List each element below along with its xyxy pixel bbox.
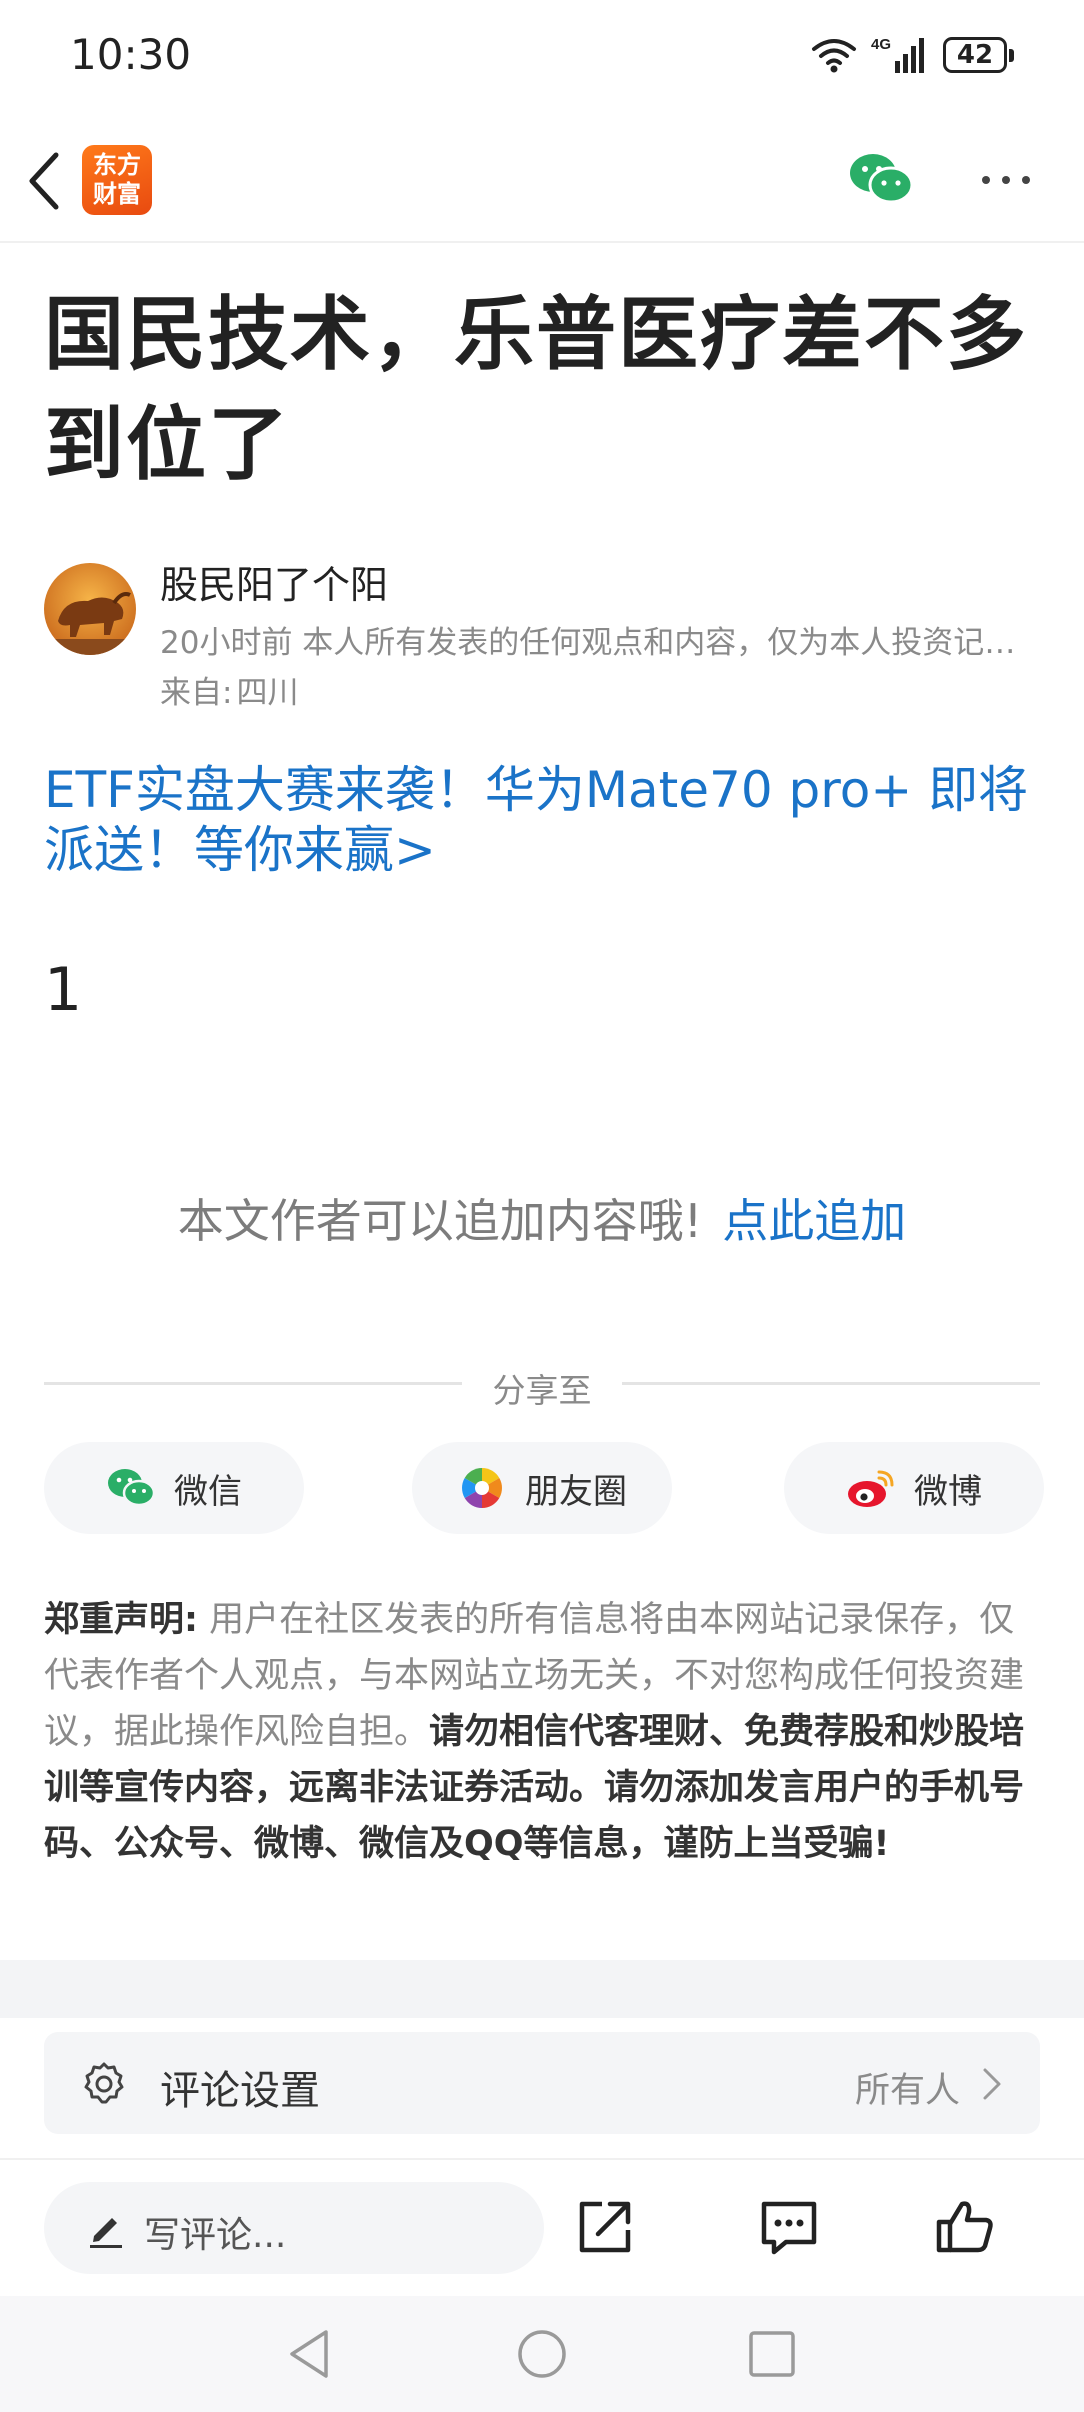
section-separator xyxy=(0,1960,1084,2018)
wechat-share-icon[interactable] xyxy=(848,151,914,207)
author-name[interactable]: 股民阳了个阳 xyxy=(160,554,388,609)
chevron-right-icon xyxy=(983,2068,1001,2100)
disclaimer: 郑重声明: 用户在社区发表的所有信息将由本网站记录保存，仅代表作者个人观点，与本… xyxy=(44,1592,1044,1872)
signal-icon: 4G xyxy=(871,36,924,73)
gear-icon xyxy=(84,2062,124,2104)
status-time: 10:30 xyxy=(70,30,192,79)
disclaimer-heading: 郑重声明: xyxy=(44,1600,198,1640)
share-weibo-button[interactable]: 微博 xyxy=(784,1442,1044,1534)
share-divider: 分享至 xyxy=(44,1358,1040,1410)
location-label: 来自: xyxy=(160,675,233,711)
comment-settings-value: 所有人 xyxy=(854,2071,960,2111)
more-options-icon[interactable] xyxy=(976,155,1036,205)
share-moments-label: 朋友圈 xyxy=(525,1471,627,1512)
weibo-icon xyxy=(848,1470,894,1507)
append-link[interactable]: 点此追加 xyxy=(722,1194,906,1248)
back-arrow-icon[interactable] xyxy=(22,149,66,213)
like-thumbs-up-icon[interactable] xyxy=(934,2196,996,2258)
battery-indicator: 42 xyxy=(943,37,1014,73)
nav-bar: 东方 财富 xyxy=(0,115,1084,243)
share-external-icon[interactable] xyxy=(574,2196,636,2258)
share-title: 分享至 xyxy=(492,1371,592,1410)
eastmoney-logo: 东方 财富 xyxy=(82,145,152,215)
comment-settings-label: 评论设置 xyxy=(160,2068,320,2114)
wechat-icon xyxy=(108,1469,156,1507)
article-title: 国民技术，乐普医疗差不多到位了 xyxy=(44,288,1028,491)
comment-settings-row[interactable]: 评论设置 所有人 xyxy=(44,2032,1040,2134)
author-location: 来自: 四川 xyxy=(160,667,298,712)
location-value: 四川 xyxy=(236,675,299,711)
append-row: 本文作者可以追加内容哦! 点此追加 xyxy=(0,1185,1084,1251)
nav-recents-icon[interactable] xyxy=(744,2326,800,2382)
comment-placeholder: 写评论... xyxy=(144,2215,287,2256)
nav-home-icon[interactable] xyxy=(514,2326,570,2382)
moments-icon xyxy=(462,1468,502,1508)
share-wechat-label: 微信 xyxy=(174,1471,242,1512)
status-bar: 10:30 4G 42 xyxy=(0,0,1084,115)
network-type: 4G xyxy=(871,36,891,53)
divider xyxy=(0,2158,1084,2160)
wifi-icon xyxy=(812,39,856,73)
share-weibo-label: 微博 xyxy=(914,1471,982,1512)
comment-input[interactable]: 写评论... xyxy=(44,2182,544,2274)
nav-back-icon[interactable] xyxy=(282,2326,338,2382)
status-icons: 4G 42 xyxy=(811,30,1014,80)
author-avatar[interactable] xyxy=(44,563,136,655)
share-moments-button[interactable]: 朋友圈 xyxy=(412,1442,672,1534)
promo-link[interactable]: ETF实盘大赛来袭！华为Mate70 pro+ 即将派送！等你来赢> xyxy=(44,760,1054,880)
article-body: 1 xyxy=(44,955,83,1025)
battery-level: 42 xyxy=(943,37,1007,73)
append-prompt: 本文作者可以追加内容哦! xyxy=(177,1194,703,1248)
share-wechat-button[interactable]: 微信 xyxy=(44,1442,304,1534)
system-navigation-bar xyxy=(0,2296,1084,2412)
comment-icon[interactable] xyxy=(758,2196,820,2258)
post-meta: 20小时前 本人所有发表的任何观点和内容，仅为本人投资记录，不构成任何投资建议 xyxy=(160,625,1040,661)
pen-icon xyxy=(90,2218,122,2248)
